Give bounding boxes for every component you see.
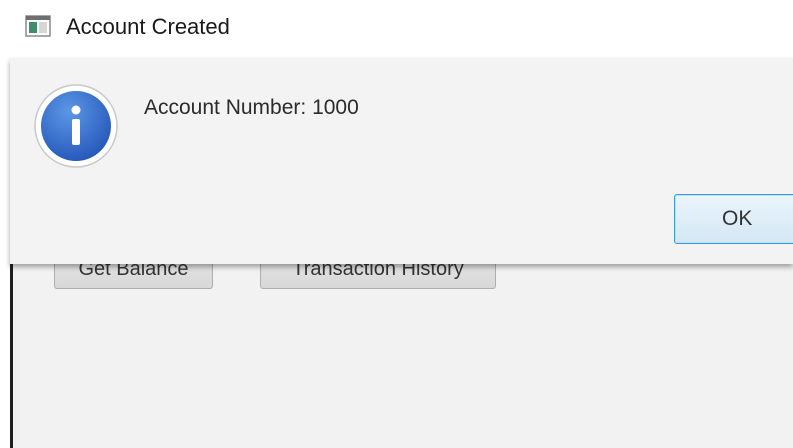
screen: Get Balance Transaction History Account … bbox=[0, 0, 793, 448]
dialog-titlebar[interactable]: Account Created bbox=[0, 0, 793, 58]
ok-button[interactable]: OK bbox=[674, 194, 793, 244]
info-dialog: Account Number: 1000 OK bbox=[10, 58, 793, 264]
dialog-message: Account Number: 1000 bbox=[144, 96, 359, 119]
dialog-title: Account Created bbox=[66, 14, 230, 39]
info-icon bbox=[33, 83, 119, 169]
app-window-icon bbox=[25, 15, 51, 37]
background-window-edge bbox=[10, 264, 13, 448]
